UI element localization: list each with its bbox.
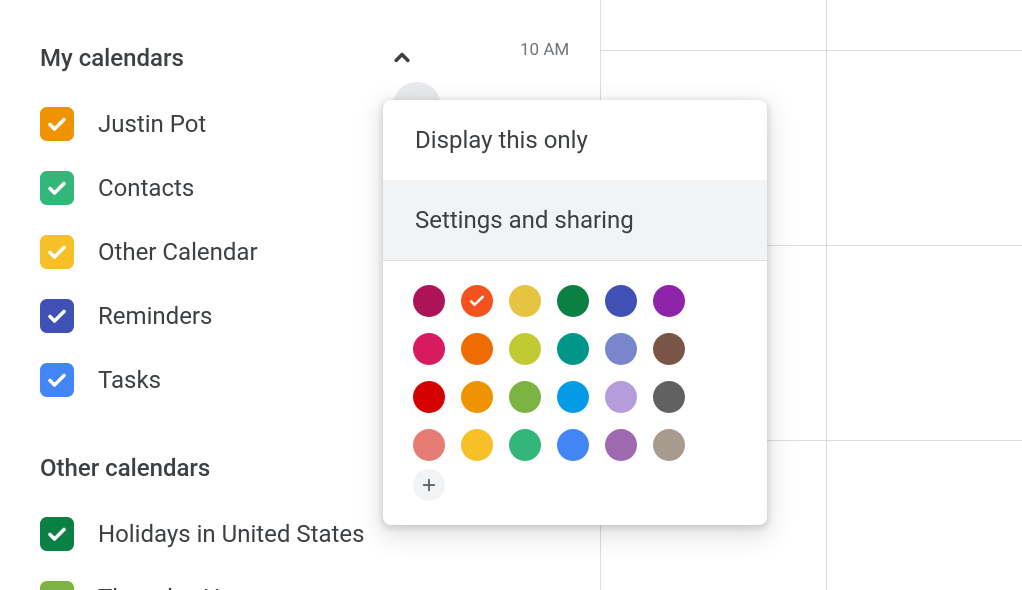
calendar-label: Contacts xyxy=(98,174,194,202)
time-label: 10 AM xyxy=(520,40,569,60)
color-swatch[interactable] xyxy=(653,429,685,461)
calendar-item[interactable]: Tasks xyxy=(0,348,440,412)
calendar-label: Other Calendar xyxy=(98,238,258,266)
calendar-item[interactable]: Reminders xyxy=(0,284,440,348)
color-swatch[interactable] xyxy=(653,381,685,413)
color-swatch[interactable] xyxy=(605,333,637,365)
color-swatch[interactable] xyxy=(413,429,445,461)
my-calendars-header[interactable]: My calendars xyxy=(0,30,440,86)
calendar-checkbox[interactable] xyxy=(40,235,74,269)
color-swatch[interactable] xyxy=(461,381,493,413)
calendar-label: Holidays in United States xyxy=(98,520,364,548)
color-swatch[interactable] xyxy=(509,285,541,317)
my-calendars-title: My calendars xyxy=(40,44,184,72)
color-swatch[interactable] xyxy=(605,381,637,413)
calendar-checkbox[interactable] xyxy=(40,171,74,205)
calendar-item[interactable]: Other Calendar xyxy=(0,220,440,284)
calendar-item[interactable]: Contacts xyxy=(0,156,440,220)
calendar-checkbox[interactable] xyxy=(40,363,74,397)
calendar-options-popup: Display this only Settings and sharing xyxy=(383,100,767,525)
color-swatch[interactable] xyxy=(605,429,637,461)
color-swatch[interactable] xyxy=(557,381,589,413)
color-swatch[interactable] xyxy=(557,333,589,365)
color-swatch[interactable] xyxy=(461,285,493,317)
other-calendars-list: Holidays in United States Thursday Hangou… xyxy=(0,496,440,590)
calendar-checkbox[interactable] xyxy=(40,581,74,590)
color-swatch[interactable] xyxy=(509,429,541,461)
chevron-up-icon[interactable] xyxy=(382,38,422,78)
calendar-label: Tasks xyxy=(98,366,161,394)
calendar-sidebar: My calendars Justin Pot Contacts Other Cal… xyxy=(0,0,440,590)
calendar-label: Justin Pot xyxy=(98,110,206,138)
calendar-item[interactable]: Holidays in United States xyxy=(0,502,440,566)
calendar-checkbox[interactable] xyxy=(40,517,74,551)
color-swatch[interactable] xyxy=(653,333,685,365)
other-calendars-title: Other calendars xyxy=(40,454,210,482)
color-swatch[interactable] xyxy=(413,333,445,365)
calendar-checkbox[interactable] xyxy=(40,107,74,141)
color-swatch[interactable] xyxy=(509,381,541,413)
menu-settings-and-sharing[interactable]: Settings and sharing xyxy=(383,180,767,260)
calendar-item[interactable]: Justin Pot xyxy=(0,92,440,156)
other-calendars-header[interactable]: Other calendars xyxy=(0,440,440,496)
color-swatch[interactable] xyxy=(557,429,589,461)
my-calendars-list: Justin Pot Contacts Other Calendar Reminder… xyxy=(0,86,440,412)
color-swatch[interactable] xyxy=(653,285,685,317)
color-swatch[interactable] xyxy=(461,429,493,461)
color-swatch[interactable] xyxy=(557,285,589,317)
menu-display-this-only[interactable]: Display this only xyxy=(383,100,767,180)
calendar-checkbox[interactable] xyxy=(40,299,74,333)
calendar-label: Reminders xyxy=(98,302,212,330)
color-swatch[interactable] xyxy=(605,285,637,317)
calendar-item[interactable]: Thursday Hangout xyxy=(0,566,440,590)
color-swatch[interactable] xyxy=(413,381,445,413)
color-swatch[interactable] xyxy=(509,333,541,365)
color-swatch[interactable] xyxy=(413,285,445,317)
calendar-label: Thursday Hangout xyxy=(98,584,295,590)
add-custom-color-button[interactable] xyxy=(413,469,445,501)
color-swatch-grid xyxy=(383,261,767,469)
color-swatch[interactable] xyxy=(461,333,493,365)
